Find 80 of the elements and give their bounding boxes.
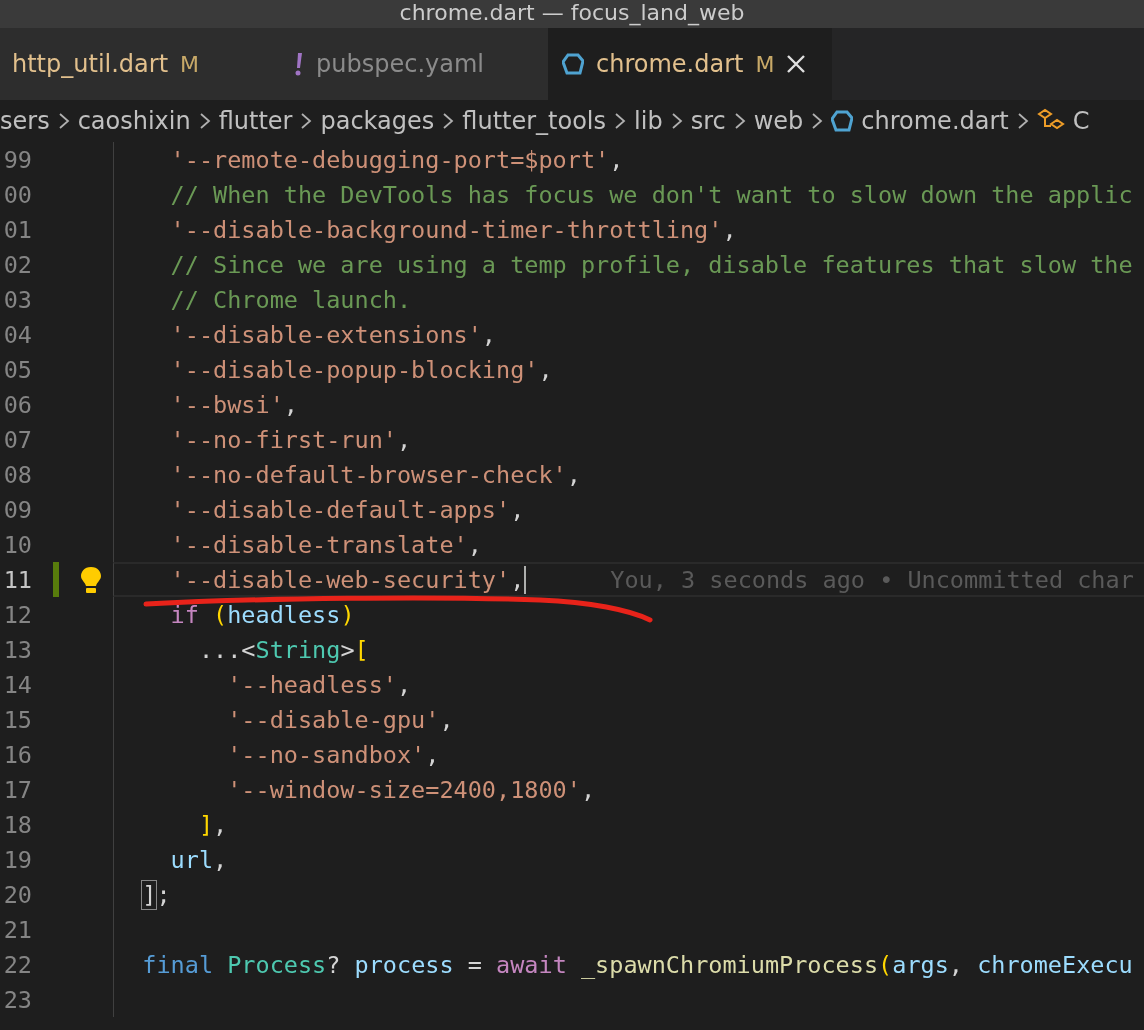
editor-tab[interactable]: pubspec.yaml [258,28,548,100]
line-number: 05 [2,355,32,384]
code-line: '--headless', [226,670,412,699]
line-number: 03 [2,285,32,314]
code-line: ...<String>[ [197,635,369,664]
line-number: 06 [2,390,32,419]
code-line: ], [197,810,228,839]
code-line: '--disable-popup-blocking', [169,355,553,384]
line-number: 13 [2,635,32,664]
line-number: 23 [2,985,32,1014]
line-number: 99 [2,145,32,174]
code-line: // Chrome launch. [169,285,412,314]
line-number: 12 [2,600,32,629]
chevron-icon [1016,112,1029,130]
text-cursor [524,565,527,594]
code-line: if (headless) [169,600,355,629]
code-line: '--no-first-run', [169,425,412,454]
modified-label: M [755,51,775,77]
code-line: '--disable-translate', [169,530,482,559]
line-number: 17 [2,775,32,804]
code-line: url, [169,845,228,874]
line-number: 09 [2,495,32,524]
code-line: '--no-sandbox', [226,740,440,769]
code-line: '--disable-gpu', [226,705,454,734]
chevron-icon [57,112,70,130]
line-number: 16 [2,740,32,769]
breadcrumb-item[interactable]: src [690,107,726,135]
line-number: 02 [2,250,32,279]
breadcrumb-item[interactable]: packages [320,107,435,135]
chevron-icon [442,112,455,130]
line-number: 19 [2,845,32,874]
code-line: '--disable-default-apps', [169,495,525,524]
code-line: ]; [141,880,171,909]
code-line: '--no-default-browser-check', [169,460,581,489]
code-line: // When the DevTools has focus we don't want to slow down the applic [169,180,1133,209]
breadcrumb-item[interactable]: caoshixin [77,107,191,135]
code-line: '--disable-extensions', [169,320,496,349]
window-title: chrome.dart — focus_land_web [399,2,745,24]
line-number: 00 [2,180,32,209]
lightbulb-icon[interactable] [80,565,102,594]
breadcrumb-item[interactable]: flutter [218,107,293,135]
code-line: '--window-size=2400,1800', [226,775,596,804]
line-number: 04 [2,320,32,349]
breadcrumb-item[interactable]: lib [634,107,663,135]
breadcrumb-item[interactable]: chrome.dart [861,107,1009,135]
code-line: '--remote-debugging-port=$port', [169,145,624,174]
line-number: 01 [2,215,32,244]
code-line: '--disable-web-security', [169,565,525,594]
editor-tab[interactable]: http_util.dart M [0,28,258,100]
line-number: 14 [2,670,32,699]
chevron-icon [614,112,627,130]
line-number: 11 [2,565,32,594]
line-number: 18 [2,810,32,839]
dart-file-icon [562,53,584,75]
line-number: 08 [2,460,32,489]
code-line: '--disable-background-timer-throttling', [169,215,737,244]
line-number: 10 [2,530,32,559]
chevron-icon [811,112,824,130]
breadcrumb-item[interactable]: web [753,107,804,135]
line-number: 07 [2,425,32,454]
code-line: final Process? process = await _spawnChromiumProcess(args, chromeExecu [141,950,1133,979]
line-number: 22 [2,950,32,979]
blame-annotation: You, 3 seconds ago • Uncommitted char [610,565,1134,594]
line-number: 20 [2,880,32,909]
code-line: // Since we are using a temp profile, disable features that slow the [169,250,1133,279]
breadcrumb-item[interactable]: flutter_tools [462,107,607,135]
modified-label: M [180,51,200,77]
line-number: 21 [2,915,32,944]
line-number: 15 [2,705,32,734]
chevron-icon [198,112,211,130]
code-line: '--bwsi', [169,390,298,419]
chevron-icon [300,112,313,130]
editor-tab[interactable]: chrome.dart M [548,28,833,100]
dart-file-icon [831,110,854,132]
breadcrumb-item[interactable]: C [1072,107,1090,135]
exclamation-icon [294,52,304,76]
chevron-icon [733,112,746,130]
breadcrumb-item[interactable]: sers [0,107,50,135]
chevron-icon [670,112,683,130]
close-icon[interactable] [786,54,807,74]
